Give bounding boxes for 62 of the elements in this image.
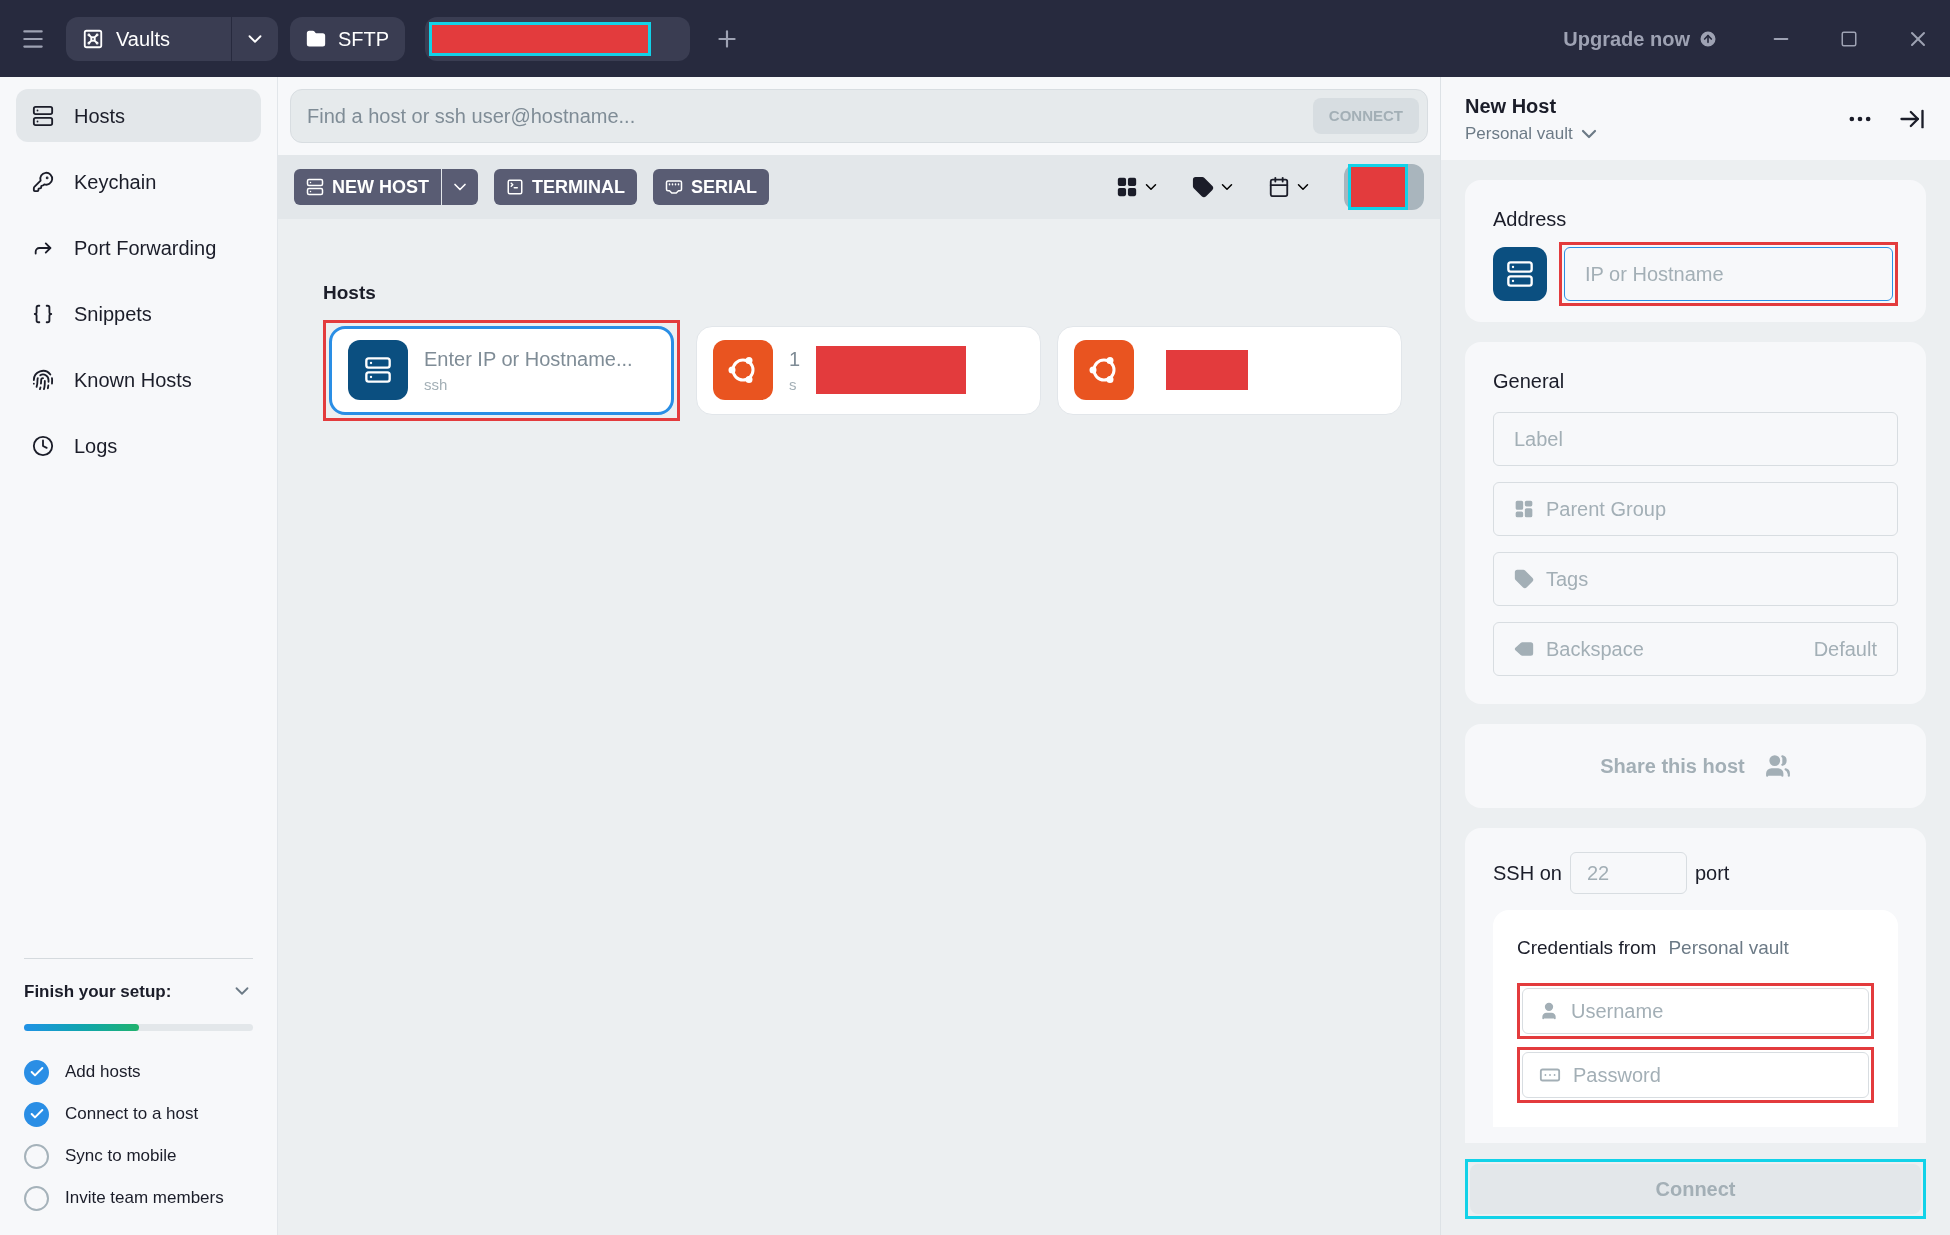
task-label: Add hosts	[65, 1061, 141, 1084]
task-label: Connect to a host	[65, 1103, 199, 1126]
card-heading: General	[1493, 369, 1566, 394]
server-icon	[306, 178, 324, 196]
ssh-label: SSH on	[1493, 861, 1562, 886]
host-card[interactable]	[1057, 325, 1402, 415]
grid-view-icon[interactable]	[1116, 176, 1138, 198]
credentials-label: Credentials from	[1517, 936, 1657, 960]
sidebar-item[interactable]: Keychain	[16, 155, 261, 208]
host-title: 1	[789, 346, 801, 372]
arrow-up-circle-icon	[1698, 28, 1718, 49]
backspace-icon	[1514, 639, 1534, 659]
checkbox[interactable]	[24, 1059, 49, 1085]
host-card[interactable]: Enter IP or Hostname... ssh	[329, 325, 674, 415]
host-card[interactable]: 1 s	[696, 325, 1041, 415]
vault-selector[interactable]: Personal vault	[1465, 120, 1846, 147]
host-subtitle: s	[789, 374, 798, 395]
group-icon	[1514, 499, 1534, 519]
sidebar-item[interactable]: Snippets	[16, 287, 261, 340]
host-title: Enter IP or Hostname...	[424, 346, 633, 372]
vaults-tab[interactable]: Vaults	[66, 16, 278, 61]
checkbox[interactable]	[24, 1143, 49, 1169]
host-subtitle: ssh	[424, 374, 449, 395]
sftp-tab[interactable]: SFTP	[290, 16, 406, 61]
annotation-box	[1348, 164, 1408, 210]
sidebar-item[interactable]: Logs	[16, 419, 261, 472]
user-icon	[1539, 1000, 1559, 1021]
setup-title: Finish your setup:	[24, 980, 172, 1003]
calendar-icon[interactable]	[1268, 176, 1290, 198]
tag-icon	[1514, 569, 1534, 589]
toolbar-button[interactable]: TERMINAL	[494, 169, 637, 205]
ubuntu-logo-icon	[1074, 340, 1134, 400]
users-icon	[1764, 753, 1791, 779]
task-label: Invite team members	[65, 1187, 224, 1210]
checkbox[interactable]	[24, 1101, 49, 1127]
tab-label: Vaults	[116, 26, 171, 52]
address-input[interactable]: IP or Hostname	[1564, 247, 1893, 301]
chevron-down-icon	[1580, 128, 1597, 139]
server-icon	[348, 340, 408, 400]
toolbar-button[interactable]: SERIAL	[653, 169, 769, 205]
vault-icon	[82, 27, 104, 50]
card-heading: Address	[1493, 207, 1568, 232]
server-icon	[1493, 247, 1547, 301]
ubuntu-logo-icon	[713, 340, 773, 400]
sidebar-item[interactable]: Port Forwarding	[16, 221, 261, 274]
session-tab[interactable]	[425, 16, 691, 61]
tag-icon[interactable]	[1192, 176, 1214, 198]
task-label: Sync to mobile	[65, 1145, 177, 1168]
panel-title: New Host	[1465, 93, 1558, 119]
terminal-icon	[506, 178, 524, 196]
section-heading: Hosts	[323, 281, 377, 305]
maximize-icon[interactable]	[1840, 29, 1858, 48]
redacted-control[interactable]	[1344, 164, 1424, 210]
folder-icon	[306, 28, 326, 49]
credentials-source-link[interactable]: Personal vault	[1668, 934, 1789, 963]
port-input[interactable]: 22	[1569, 852, 1687, 894]
upgrade-link[interactable]: Upgrade now	[1563, 23, 1718, 54]
port-icon	[665, 178, 683, 196]
checkbox[interactable]	[24, 1185, 49, 1211]
sidebar-item[interactable]: Known Hosts	[16, 353, 261, 406]
sidebar-item[interactable]: Hosts	[16, 89, 261, 142]
port-label: port	[1694, 861, 1730, 886]
